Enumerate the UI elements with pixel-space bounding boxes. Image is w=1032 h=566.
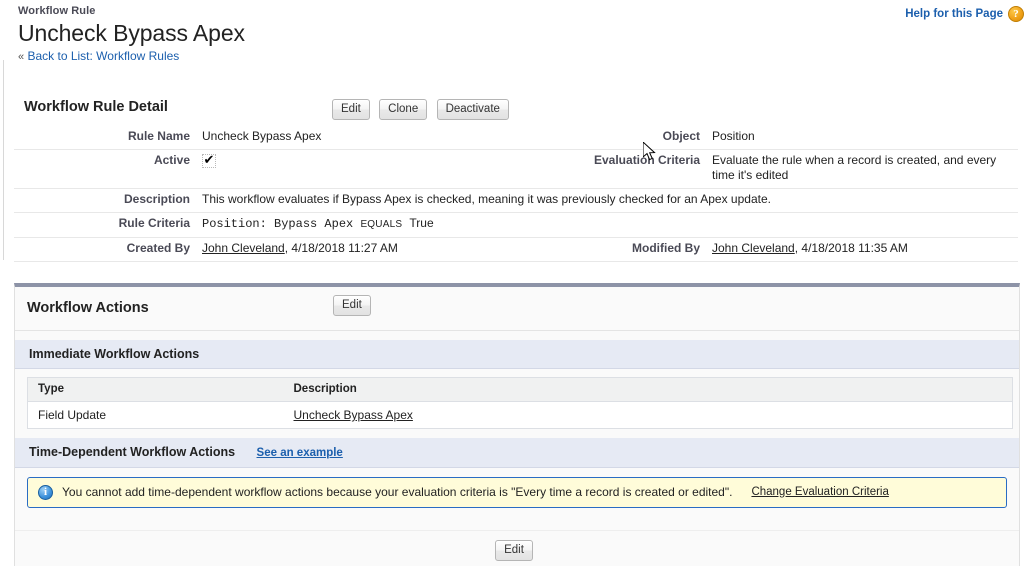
help-for-this-page[interactable]: Help for this Page ? [905, 6, 1024, 22]
value-rule-name: Uncheck Bypass Apex [196, 126, 588, 150]
info-notice: i You cannot add time-dependent workflow… [27, 477, 1007, 508]
table-row: Field Update Uncheck Bypass Apex [27, 401, 1013, 429]
edit-button[interactable]: Edit [332, 99, 370, 120]
detail-row-created-modified: Created By John Cleveland, 4/18/2018 11:… [14, 237, 1018, 262]
workflow-rule-detail-page: Workflow Rule Uncheck Bypass Apex « Back… [0, 0, 1032, 566]
active-checkmark-icon: ✔ [202, 153, 216, 168]
value-description: This workflow evaluates if Bypass Apex i… [196, 188, 1018, 213]
rule-criteria-field: Position: Bypass Apex [202, 217, 354, 231]
detail-row-rule-criteria: Rule Criteria Position: Bypass Apex EQUA… [14, 212, 1018, 238]
rule-criteria-operator: EQUALS [360, 219, 403, 230]
label-modified-by: Modified By [588, 237, 706, 262]
column-header-description: Description [283, 377, 1013, 402]
immediate-heading-label: Immediate Workflow Actions [29, 347, 200, 361]
value-created-by: John Cleveland, 4/18/2018 11:27 AM [196, 237, 588, 262]
workflow-rule-detail-section: Workflow Rule Detail Edit Clone Deactiva… [14, 96, 1018, 262]
cell-type: Field Update [27, 401, 284, 429]
breadcrumb: « Back to List: Workflow Rules [18, 49, 1018, 65]
label-rule-name: Rule Name [14, 126, 196, 150]
field-update-link[interactable]: Uncheck Bypass Apex [294, 408, 413, 422]
time-dependent-workflow-actions-heading: Time-Dependent Workflow Actions See an e… [15, 438, 1019, 468]
footer-button-row: Edit [15, 530, 1019, 561]
footer-edit-button[interactable]: Edit [495, 540, 533, 561]
label-object: Object [588, 126, 706, 150]
label-created-by: Created By [14, 237, 196, 262]
info-icon: i [38, 484, 53, 500]
page-title: Uncheck Bypass Apex [18, 20, 245, 46]
workflow-actions-title: Workflow Actions [27, 300, 149, 316]
workflow-actions-edit-button[interactable]: Edit [333, 295, 371, 316]
workflow-actions-panel: Workflow Actions Edit Immediate Workflow… [14, 283, 1020, 566]
created-by-user-link[interactable]: John Cleveland [202, 241, 285, 255]
time-dependent-heading-label: Time-Dependent Workflow Actions [29, 445, 236, 459]
info-notice-text: You cannot add time-dependent workflow a… [62, 485, 733, 499]
label-rule-criteria: Rule Criteria [14, 212, 196, 238]
workflow-actions-button-row: Edit [333, 295, 377, 316]
rule-criteria-value: True [409, 216, 434, 230]
label-evaluation-criteria: Evaluation Criteria [588, 149, 706, 189]
detail-field-table: Rule Name Uncheck Bypass Apex Object Pos… [14, 126, 1018, 262]
immediate-workflow-actions-heading: Immediate Workflow Actions [15, 340, 1019, 369]
table-header-row: Type Description [27, 377, 1013, 402]
label-description: Description [14, 188, 196, 213]
value-active: ✔ [196, 149, 588, 189]
detail-row-rule-name: Rule Name Uncheck Bypass Apex Object Pos… [14, 126, 1018, 150]
deactivate-button[interactable]: Deactivate [436, 99, 509, 120]
created-by-date: , 4/18/2018 11:27 AM [284, 241, 398, 255]
modified-by-date: , 4/18/2018 11:35 AM [794, 241, 908, 255]
value-rule-criteria: Position: Bypass Apex EQUALS True [196, 212, 1018, 238]
label-active: Active [14, 149, 196, 189]
back-to-list-target: Workflow Rules [96, 49, 180, 63]
change-evaluation-criteria-link[interactable]: Change Evaluation Criteria [751, 484, 888, 500]
column-header-type: Type [27, 377, 284, 402]
value-object: Position [706, 126, 1018, 150]
detail-action-buttons: Edit Clone Deactivate [332, 99, 515, 120]
see-an-example-link[interactable]: See an example [257, 447, 343, 459]
record-type-eyebrow: Workflow Rule [18, 5, 96, 17]
clone-button[interactable]: Clone [379, 99, 428, 120]
value-evaluation-criteria: Evaluate the rule when a record is creat… [706, 149, 1018, 189]
left-divider [3, 60, 4, 260]
detail-row-description: Description This workflow evaluates if B… [14, 188, 1018, 213]
modified-by-user-link[interactable]: John Cleveland [712, 241, 795, 255]
detail-section-title: Workflow Rule Detail [24, 99, 168, 115]
value-modified-by: John Cleveland, 4/18/2018 11:35 AM [706, 237, 1018, 262]
help-for-this-page-link[interactable]: Help for this Page [905, 8, 1003, 20]
back-to-list-link[interactable]: Back to List: Workflow Rules [27, 49, 179, 63]
back-chevron-icon: « [18, 51, 25, 63]
back-to-list-prefix: Back to List: [27, 49, 97, 63]
workflow-actions-header: Workflow Actions Edit [15, 287, 1019, 331]
page-header: Workflow Rule Uncheck Bypass Apex « Back… [18, 4, 1018, 65]
detail-row-active: Active ✔ Evaluation Criteria Evaluate th… [14, 149, 1018, 189]
detail-section-header: Workflow Rule Detail Edit Clone Deactiva… [14, 96, 1018, 126]
help-question-icon[interactable]: ? [1008, 6, 1024, 22]
cell-description: Uncheck Bypass Apex [283, 401, 1013, 429]
immediate-actions-table: Type Description Field Update Uncheck By… [27, 377, 1013, 429]
